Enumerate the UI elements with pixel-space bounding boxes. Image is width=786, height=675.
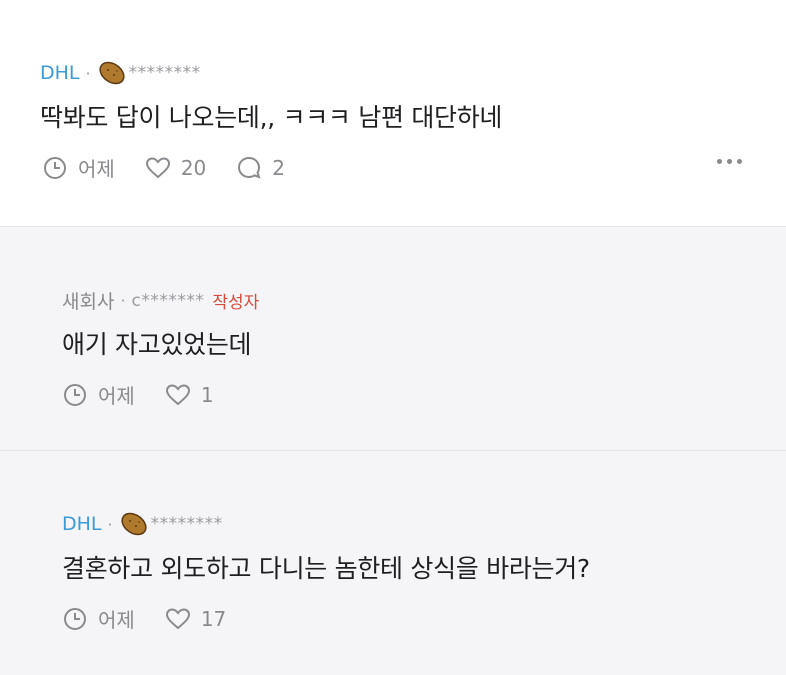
timestamp: 어제 [42,153,115,182]
potato-badge-icon [99,61,125,85]
like-button[interactable]: 1 [165,382,214,408]
heart-icon [165,607,190,629]
company-name[interactable]: 새회사 [62,287,114,314]
meta-separator: · [107,514,113,534]
reply-count: 2 [272,155,285,180]
comment-thread: DHL · ******** 딱봐도 답이 나오는데,, ㅋㅋㅋ 남편 대단하네… [0,0,786,675]
like-button[interactable]: 17 [165,606,226,632]
comment-text: 딱봐도 답이 나오는데,, ㅋㅋㅋ 남편 대단하네 [40,103,503,132]
timestamp: 어제 [62,604,135,633]
comment-icon [238,156,261,179]
reply-comment: DHL · ******** 결혼하고 외도하고 다니는 놈한테 상식을 바라는… [0,450,786,675]
heart-icon [165,383,190,405]
company-name[interactable]: DHL [40,62,80,84]
time-label: 어제 [98,384,135,408]
reply-button[interactable]: 2 [236,155,285,181]
username: ******** [150,514,223,534]
username: c******* [131,290,205,311]
meta-separator: · [120,291,126,310]
comment: DHL · ******** 딱봐도 답이 나오는데,, ㅋㅋㅋ 남편 대단하네… [0,0,786,226]
company-name[interactable]: DHL [62,513,102,535]
comment-text: 애기 자고있었는데 [62,330,252,359]
comment-actions: 어제 1 [62,380,244,409]
potato-badge-icon [121,512,147,536]
like-count: 17 [200,606,227,631]
comment-meta: DHL · ******** [40,60,201,86]
more-icon[interactable] [717,159,742,164]
username: ******** [128,63,201,83]
meta-separator: · [85,63,91,83]
like-button[interactable]: 20 [145,155,206,181]
timestamp: 어제 [62,380,135,409]
comment-actions: 어제 17 [62,604,256,633]
comment-meta: DHL · ******** [62,511,223,537]
time-label: 어제 [78,157,115,181]
comment-actions: 어제 20 2 [42,153,315,182]
like-count: 1 [200,382,214,407]
clock-icon [64,607,86,630]
time-label: 어제 [98,608,135,632]
clock-icon [64,383,86,406]
reply-comment: 새회사 · c******* 작성자 애기 자고있었는데 어제 1 [0,226,786,450]
comment-meta: 새회사 · c******* 작성자 [62,287,259,314]
heart-icon [145,156,170,178]
clock-icon [44,156,66,179]
comment-text: 결혼하고 외도하고 다니는 놈한테 상식을 바라는거? [62,554,590,583]
author-badge: 작성자 [212,293,260,313]
like-count: 20 [180,155,207,180]
